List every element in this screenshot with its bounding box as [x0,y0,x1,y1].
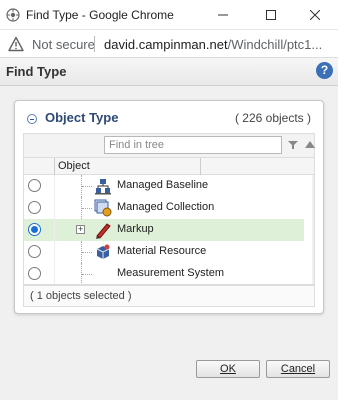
window-title: Find Type - Google Chrome [26,8,174,22]
row-radio[interactable] [28,223,41,236]
dialog-title: Find Type [6,64,67,79]
object-count: ( 226 objects ) [234,111,311,125]
row-radio[interactable] [28,245,41,258]
filter-icon[interactable] [288,140,298,150]
tree-toolbar [23,133,315,157]
address-separator [94,36,95,52]
url-host: david.campinman.net [104,37,228,52]
selection-count: ( 1 objects selected ) [30,290,132,302]
tree-rows: Managed Baseline Managed Collection + Ma… [23,175,315,285]
material-resource-icon [96,244,110,259]
tree-row[interactable]: + Markup [24,219,304,241]
column-divider [54,158,55,175]
object-column-header[interactable]: Object [58,160,90,172]
row-label: Measurement System [117,267,224,279]
column-divider [200,158,201,175]
cancel-button[interactable]: Cancel [266,360,330,378]
find-in-tree-input[interactable] [104,136,282,154]
tree-scrollbar[interactable] [312,175,315,284]
window-titlebar: Find Type - Google Chrome [0,0,338,30]
object-type-panel: Object Type ( 226 objects ) Object Manag… [14,100,324,314]
row-label: Managed Baseline [117,179,209,191]
tree-guide-line [82,186,92,187]
tree-guide-line [82,208,92,209]
row-label: Markup [117,223,154,235]
expand-icon[interactable]: + [76,225,85,234]
url-text[interactable]: david.campinman.net/Windchill/ptc1... [104,37,334,52]
close-icon [310,10,320,20]
warning-icon[interactable] [8,36,24,52]
row-divider [54,241,55,263]
row-divider [54,197,55,219]
markup-pen-icon [96,223,111,239]
minimize-icon [218,14,228,16]
tree-row[interactable]: Managed Baseline [24,175,304,197]
row-label: Managed Collection [117,201,215,213]
url-path: /Windchill/ptc1... [227,37,323,52]
minimize-button[interactable] [200,0,246,30]
app-icon [6,8,20,22]
dialog-header: Find Type ? [0,58,338,86]
row-divider [54,175,55,197]
maximize-icon [266,10,276,20]
column-header: Object [23,157,315,175]
maximize-button[interactable] [248,0,294,30]
scroll-up-icon[interactable] [314,178,315,182]
scroll-down-icon[interactable] [314,276,315,280]
managed-baseline-icon [95,179,111,195]
panel-title: Object Type [45,110,119,125]
collapse-icon[interactable] [27,114,37,124]
help-icon[interactable]: ? [316,62,333,79]
row-radio[interactable] [28,201,41,214]
address-bar[interactable]: Not secure david.campinman.net/Windchill… [0,30,338,58]
tree-guide-line [82,274,92,275]
scroll-thumb[interactable] [314,223,315,239]
panel-footer: ( 1 objects selected ) [23,285,315,307]
security-status[interactable]: Not secure [32,37,95,52]
panel-header: Object Type ( 226 objects ) [15,101,323,131]
ok-button[interactable]: OK [196,360,260,378]
sort-up-icon[interactable] [305,140,315,150]
row-radio[interactable] [28,267,41,280]
row-radio[interactable] [28,179,41,192]
close-window-button[interactable] [292,0,338,30]
tree-row[interactable]: Material Resource [24,241,304,263]
row-divider [54,219,55,241]
tree-row[interactable]: Measurement System [24,263,304,284]
row-label: Material Resource [117,245,207,257]
row-divider [54,263,55,284]
managed-collection-icon [94,199,112,217]
tree-guide-line [82,252,92,253]
tree-row[interactable]: Managed Collection [24,197,304,219]
